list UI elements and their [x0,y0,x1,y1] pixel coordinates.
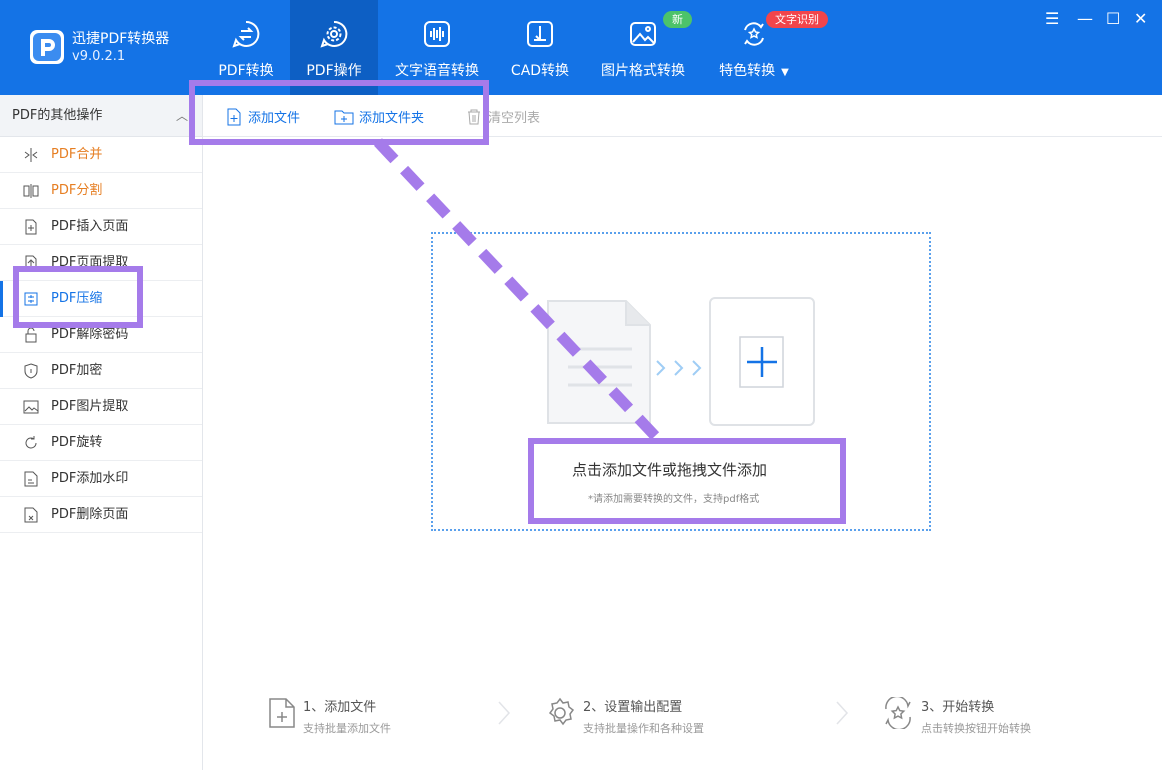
annotation-dashed-line [373,138,662,442]
settings-gear-icon [548,697,575,726]
step-desc: 点击转换按钮开始转换 [921,722,1031,735]
step-title: 3、开始转换 [921,700,995,715]
step-desc: 支持批量添加文件 [303,722,391,735]
add-file-icon [269,698,295,728]
highlight-dropzone-box [528,438,846,524]
step-desc: 支持批量操作和各种设置 [583,722,704,735]
step-2: 2、设置输出配置 支持批量操作和各种设置 [583,696,704,736]
chevron-right-icon [836,701,849,725]
start-convert-icon [885,697,911,729]
highlight-compress-box [13,266,143,328]
step-3: 3、开始转换 点击转换按钮开始转换 [921,696,1031,736]
highlight-toolbar-box [189,80,489,145]
step-title: 1、添加文件 [303,700,377,715]
step-title: 2、设置输出配置 [583,700,683,715]
step-1: 1、添加文件 支持批量添加文件 [303,696,391,736]
chevron-right-icon [498,701,511,725]
